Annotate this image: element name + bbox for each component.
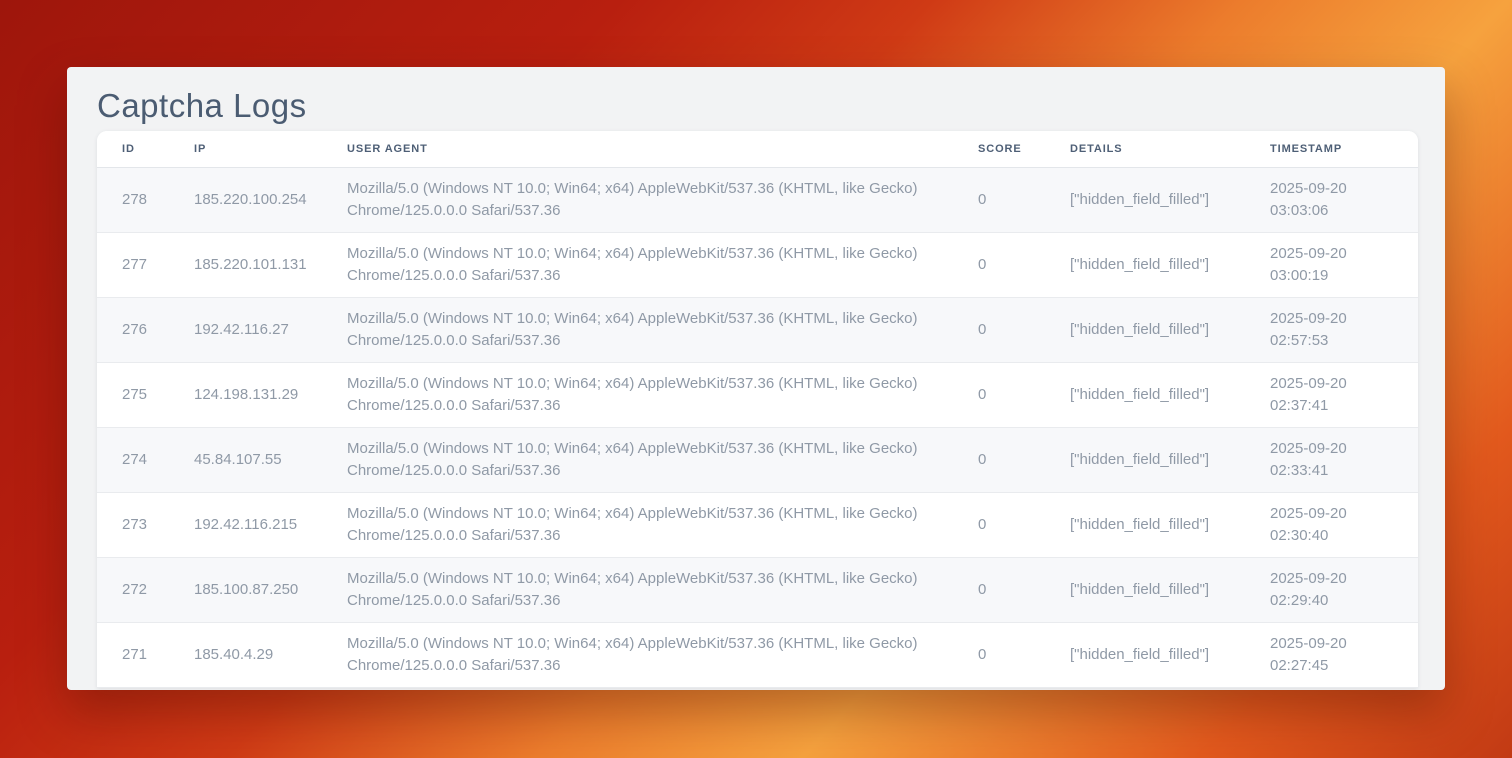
cell-score: 0 — [978, 569, 1070, 611]
column-header-id: ID — [122, 143, 194, 155]
cell-timestamp: 2025-09-20 02:33:41 — [1270, 428, 1392, 492]
column-header-score: SCORE — [978, 143, 1070, 155]
cell-ip: 192.42.116.27 — [194, 309, 347, 351]
column-header-ip: IP — [194, 143, 347, 155]
cell-details: ["hidden_field_filled"] — [1070, 179, 1270, 221]
cell-id: 278 — [122, 179, 194, 221]
cell-timestamp: 2025-09-20 03:03:06 — [1270, 168, 1392, 232]
cell-id: 276 — [122, 309, 194, 351]
cell-details: ["hidden_field_filled"] — [1070, 504, 1270, 546]
cell-details: ["hidden_field_filled"] — [1070, 374, 1270, 416]
cell-score: 0 — [978, 374, 1070, 416]
column-header-user-agent: USER AGENT — [347, 143, 978, 155]
table-row: 276 192.42.116.27 Mozilla/5.0 (Windows N… — [97, 298, 1418, 363]
cell-id: 273 — [122, 504, 194, 546]
column-header-details: DETAILS — [1070, 143, 1270, 155]
cell-id: 275 — [122, 374, 194, 416]
table-row: 272 185.100.87.250 Mozilla/5.0 (Windows … — [97, 558, 1418, 623]
table-row: 278 185.220.100.254 Mozilla/5.0 (Windows… — [97, 168, 1418, 233]
table-row: 271 185.40.4.29 Mozilla/5.0 (Windows NT … — [97, 623, 1418, 688]
cell-ip: 185.40.4.29 — [194, 634, 347, 676]
cell-id: 272 — [122, 569, 194, 611]
cell-timestamp: 2025-09-20 03:00:19 — [1270, 233, 1392, 297]
cell-score: 0 — [978, 504, 1070, 546]
table-row: 275 124.198.131.29 Mozilla/5.0 (Windows … — [97, 363, 1418, 428]
table-row: 277 185.220.101.131 Mozilla/5.0 (Windows… — [97, 233, 1418, 298]
cell-id: 274 — [122, 439, 194, 481]
cell-user-agent: Mozilla/5.0 (Windows NT 10.0; Win64; x64… — [347, 428, 978, 492]
cell-user-agent: Mozilla/5.0 (Windows NT 10.0; Win64; x64… — [347, 363, 978, 427]
table-row: 274 45.84.107.55 Mozilla/5.0 (Windows NT… — [97, 428, 1418, 493]
cell-user-agent: Mozilla/5.0 (Windows NT 10.0; Win64; x64… — [347, 623, 978, 687]
cell-ip: 192.42.116.215 — [194, 504, 347, 546]
cell-user-agent: Mozilla/5.0 (Windows NT 10.0; Win64; x64… — [347, 493, 978, 557]
cell-id: 271 — [122, 634, 194, 676]
cell-details: ["hidden_field_filled"] — [1070, 634, 1270, 676]
captcha-logs-card: Captcha Logs ID IP USER AGENT SCORE DETA… — [67, 67, 1445, 690]
cell-details: ["hidden_field_filled"] — [1070, 569, 1270, 611]
desktop-background: { "page": { "title": "Captcha Logs" }, "… — [0, 0, 1512, 758]
cell-user-agent: Mozilla/5.0 (Windows NT 10.0; Win64; x64… — [347, 168, 978, 232]
cell-score: 0 — [978, 179, 1070, 221]
cell-score: 0 — [978, 309, 1070, 351]
cell-timestamp: 2025-09-20 02:57:53 — [1270, 298, 1392, 362]
cell-details: ["hidden_field_filled"] — [1070, 244, 1270, 286]
cell-timestamp: 2025-09-20 02:27:45 — [1270, 623, 1392, 687]
cell-ip: 185.220.100.254 — [194, 179, 347, 221]
cell-id: 277 — [122, 244, 194, 286]
cell-details: ["hidden_field_filled"] — [1070, 309, 1270, 351]
table-body: 278 185.220.100.254 Mozilla/5.0 (Windows… — [97, 168, 1418, 688]
cell-ip: 185.220.101.131 — [194, 244, 347, 286]
captcha-logs-table: ID IP USER AGENT SCORE DETAILS TIMESTAMP… — [97, 131, 1418, 688]
cell-score: 0 — [978, 244, 1070, 286]
table-row: 273 192.42.116.215 Mozilla/5.0 (Windows … — [97, 493, 1418, 558]
cell-timestamp: 2025-09-20 02:37:41 — [1270, 363, 1392, 427]
table-header-row: ID IP USER AGENT SCORE DETAILS TIMESTAMP — [97, 131, 1418, 168]
column-header-timestamp: TIMESTAMP — [1270, 143, 1418, 155]
cell-user-agent: Mozilla/5.0 (Windows NT 10.0; Win64; x64… — [347, 298, 978, 362]
cell-ip: 45.84.107.55 — [194, 439, 347, 481]
cell-score: 0 — [978, 439, 1070, 481]
cell-user-agent: Mozilla/5.0 (Windows NT 10.0; Win64; x64… — [347, 233, 978, 297]
cell-ip: 124.198.131.29 — [194, 374, 347, 416]
cell-details: ["hidden_field_filled"] — [1070, 439, 1270, 481]
page-title: Captcha Logs — [97, 83, 1445, 129]
cell-timestamp: 2025-09-20 02:29:40 — [1270, 558, 1392, 622]
cell-score: 0 — [978, 634, 1070, 676]
cell-timestamp: 2025-09-20 02:30:40 — [1270, 493, 1392, 557]
cell-ip: 185.100.87.250 — [194, 569, 347, 611]
cell-user-agent: Mozilla/5.0 (Windows NT 10.0; Win64; x64… — [347, 558, 978, 622]
